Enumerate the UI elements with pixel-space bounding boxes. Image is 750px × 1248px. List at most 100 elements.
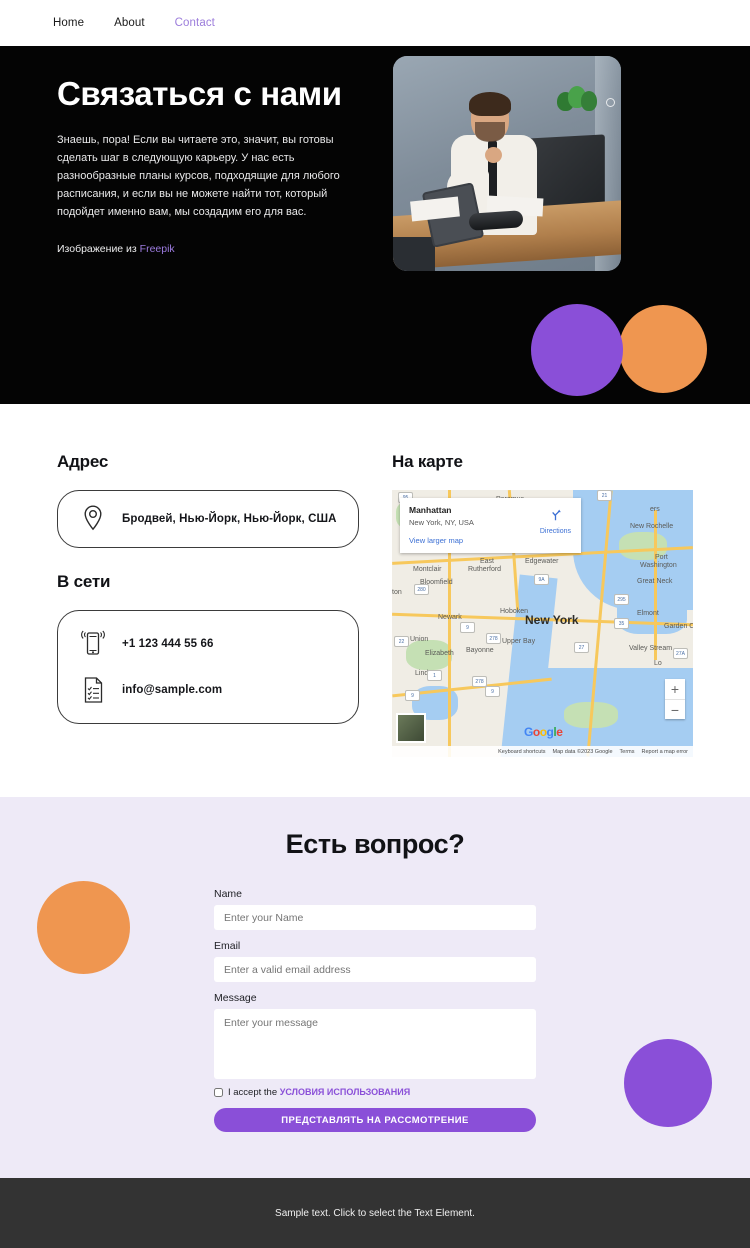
map-highway-shield: 1 xyxy=(427,670,442,681)
map-highway-shield: 27 xyxy=(574,642,589,653)
map-city-label: Lo xyxy=(654,660,662,667)
directions-icon xyxy=(552,509,561,521)
map-city-label: Bayonne xyxy=(466,647,494,654)
keyboard-shortcuts-link[interactable]: Keyboard shortcuts xyxy=(498,749,545,755)
form-title: Есть вопрос? xyxy=(285,829,465,859)
map-city-label: East xyxy=(480,558,495,565)
map-terms-link[interactable]: Terms xyxy=(620,749,635,755)
online-heading: В сети xyxy=(57,572,111,591)
mobile-phone-icon xyxy=(80,629,106,659)
contact-right-column: На карте ParamusersNew Rochell xyxy=(392,452,694,757)
map-city-label: New Rochelle xyxy=(630,523,674,530)
contact-form: Name Email Message I accept the УСЛОВИЯ … xyxy=(214,888,536,1132)
map-highway-shield: 22 xyxy=(394,636,409,647)
address-value: Бродвей, Нью-Йорк, Нью-Йорк, США xyxy=(122,513,337,525)
map-city-label: ers xyxy=(650,506,660,513)
address-card: Бродвей, Нью-Йорк, Нью-Йорк, США xyxy=(57,490,359,548)
nav-item-contact[interactable]: Contact xyxy=(175,17,215,29)
map-footer-bar: Keyboard shortcuts Map data ©2023 Google… xyxy=(392,746,693,757)
email-input[interactable] xyxy=(214,957,536,982)
hero-purple-circle xyxy=(531,304,623,396)
footer-text[interactable]: Sample text. Click to select the Text El… xyxy=(275,1208,475,1219)
hero-photo xyxy=(393,56,621,271)
directions-label: Directions xyxy=(539,528,571,535)
hero-title: Связаться с нами xyxy=(57,75,342,112)
map-zoom-out-button[interactable]: − xyxy=(665,699,685,719)
view-larger-map-link[interactable]: View larger map xyxy=(409,536,572,545)
email-label: Email xyxy=(214,940,241,952)
photo-monitor-button xyxy=(606,98,615,107)
hero-credit: Изображение из Freepik xyxy=(57,243,357,255)
message-label: Message xyxy=(214,992,257,1004)
map-city-label: Great Neck xyxy=(637,578,673,585)
map-highway-shield: 35 xyxy=(614,618,629,629)
photo-plant xyxy=(555,84,599,114)
photo-hair xyxy=(469,92,511,116)
nav-item-home[interactable]: Home xyxy=(53,17,84,29)
accept-terms-text: I accept the УСЛОВИЯ ИСПОЛЬЗОВАНИЯ xyxy=(228,1087,410,1098)
photo-person xyxy=(410,92,544,248)
google-logo: Google xyxy=(524,725,563,739)
map-city-label: Newark xyxy=(438,614,462,621)
photo-hand xyxy=(485,147,502,163)
submit-button[interactable]: ПРЕДСТАВЛЯТЬ НА РАССМОТРЕНИЕ xyxy=(214,1108,536,1132)
hero-text-block: Связаться с нами Знаешь, пора! Если вы ч… xyxy=(57,74,357,255)
directions-button[interactable]: Directions xyxy=(540,508,571,535)
photo-beard xyxy=(475,122,505,142)
contact-left-column: Адрес Бродвей, Нью-Йорк, Нью-Йорк, США В… xyxy=(57,452,359,724)
photo-desk-shadow xyxy=(393,237,435,271)
location-pin-icon xyxy=(80,504,106,534)
form-orange-circle xyxy=(37,881,130,974)
map-highway-shield: 9 xyxy=(405,690,420,701)
phone-row: +1 123 444 55 66 xyxy=(80,629,336,659)
terms-of-use-link[interactable]: УСЛОВИЯ ИСПОЛЬЗОВАНИЯ xyxy=(280,1087,410,1097)
map-city-label: Port xyxy=(655,554,668,561)
map-highway-shield: 278 xyxy=(486,633,501,644)
map-zoom-in-button[interactable]: + xyxy=(665,679,685,699)
accept-prefix: I accept the xyxy=(228,1087,280,1098)
report-map-error-link[interactable]: Report a map error xyxy=(642,749,688,755)
name-label: Name xyxy=(214,888,243,900)
contact-section: Адрес Бродвей, Нью-Йорк, Нью-Йорк, США В… xyxy=(0,404,750,797)
map-city-label: Upper Bay xyxy=(502,638,536,645)
message-textarea[interactable] xyxy=(214,1009,536,1079)
address-heading: Адрес xyxy=(57,452,109,471)
accept-terms-checkbox[interactable] xyxy=(214,1088,223,1097)
map-highway-shield: 9 xyxy=(460,622,475,633)
map-road xyxy=(654,510,657,660)
map-data-attribution: Map data ©2023 Google xyxy=(552,748,613,755)
map-highway-shield: 278 xyxy=(472,676,487,687)
map-city-label: Union xyxy=(410,636,429,643)
map-city-label: Washington xyxy=(640,562,677,569)
map-highway-shield: 9A xyxy=(534,574,549,585)
map-highway-shield: 280 xyxy=(414,584,429,595)
map-zoom-control[interactable]: + − xyxy=(665,679,685,719)
google-map-embed[interactable]: ParamusersNew RochelleEastRutherfordEdge… xyxy=(392,490,693,757)
hero-paragraph: Знаешь, пора! Если вы читаете это, значи… xyxy=(57,134,340,218)
map-city-label: ton xyxy=(392,589,402,596)
page-footer: Sample text. Click to select the Text El… xyxy=(0,1178,750,1248)
map-highway-shield: 9 xyxy=(485,686,500,697)
map-highway-shield: 27A xyxy=(673,648,688,659)
map-city-label: Elizabeth xyxy=(425,650,454,657)
map-highway-shield: 21 xyxy=(597,490,612,501)
map-place-card: Manhattan New York, NY, USA View larger … xyxy=(400,498,581,553)
main-navigation: Home About Contact xyxy=(0,0,750,46)
phone-value: +1 123 444 55 66 xyxy=(122,638,214,650)
question-form-section: Есть вопрос? Name Email Message I accept… xyxy=(0,797,750,1178)
map-city-label: Hoboken xyxy=(500,608,529,615)
map-satellite-thumbnail[interactable] xyxy=(396,713,426,743)
map-heading: На карте xyxy=(392,452,463,471)
map-city-label: Elmont xyxy=(637,610,659,617)
document-icon xyxy=(80,675,106,705)
freepik-link[interactable]: Freepik xyxy=(140,243,175,255)
hero-section: Связаться с нами Знаешь, пора! Если вы ч… xyxy=(0,46,750,404)
hero-orange-circle xyxy=(619,305,707,393)
nav-item-about[interactable]: About xyxy=(114,17,145,29)
online-card: +1 123 444 55 66 info@sample.com xyxy=(57,610,359,724)
form-purple-circle xyxy=(624,1039,712,1127)
page-root: Home About Contact Связаться с нами Знае… xyxy=(0,0,750,1248)
hero-credit-prefix: Изображение из xyxy=(57,243,140,256)
map-city-label: Montclair xyxy=(413,566,442,573)
name-input[interactable] xyxy=(214,905,536,930)
